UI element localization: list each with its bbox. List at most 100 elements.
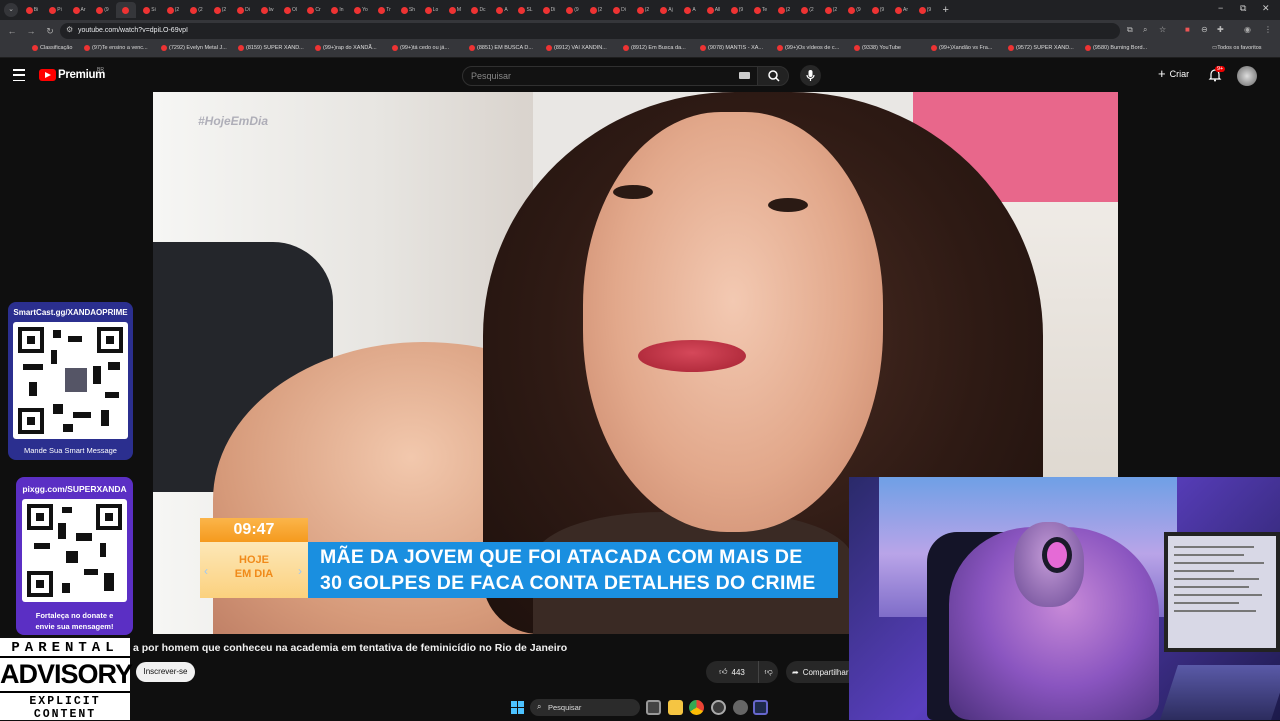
- browser-tab[interactable]: (2: [187, 2, 207, 18]
- bookmark-item[interactable]: (9572) SUPER XAND...: [1008, 45, 1074, 51]
- bookmark-item[interactable]: (97)Te ensino a venc...: [84, 45, 148, 51]
- file-explorer-icon[interactable]: [668, 700, 683, 715]
- subscribe-button[interactable]: Inscrever-se: [136, 662, 195, 682]
- browser-tab[interactable]: [116, 2, 136, 18]
- browser-tab[interactable]: (2: [210, 2, 230, 18]
- browser-tab[interactable]: Di: [234, 2, 254, 18]
- browser-tab[interactable]: Tr: [375, 2, 395, 18]
- restore-button[interactable]: ⧉: [1240, 3, 1246, 14]
- bookmark-favicon-icon: [32, 45, 38, 51]
- taskbar-search-input[interactable]: Pesquisar: [530, 699, 640, 716]
- browser-tab[interactable]: Di: [610, 2, 630, 18]
- browser-tab[interactable]: Te: [751, 2, 771, 18]
- browser-tab[interactable]: (2: [163, 2, 183, 18]
- minimize-button[interactable]: −: [1218, 3, 1223, 13]
- bookmark-item[interactable]: (99+)Os vídeos de c...: [777, 45, 839, 51]
- app-taskbar-icon[interactable]: [711, 700, 726, 715]
- bookmark-item[interactable]: (99+)Xandão vs Fra...: [931, 45, 992, 51]
- like-button[interactable]: 👍︎ 443: [706, 661, 758, 683]
- bookmark-item[interactable]: (8159) SUPER XAND...: [238, 45, 304, 51]
- bookmark-item[interactable]: (99+)rap do XANDÃ...: [315, 45, 377, 51]
- browser-tab[interactable]: Ol: [281, 2, 301, 18]
- browser-tab[interactable]: Di: [539, 2, 559, 18]
- tab-title: Tr: [386, 7, 391, 13]
- bookmark-item[interactable]: (9580) Burning Bord...: [1085, 45, 1147, 51]
- bookmark-label: (99+)rap do XANDÃ...: [323, 45, 377, 51]
- tab-title: Aj: [668, 7, 673, 13]
- all-bookmarks-button[interactable]: ▭ Todos os favoritos: [1212, 45, 1262, 51]
- browser-tab[interactable]: Si: [140, 2, 160, 18]
- task-view-icon[interactable]: [646, 700, 661, 715]
- browser-tab[interactable]: (9: [563, 2, 583, 18]
- reload-icon[interactable]: ↻: [43, 26, 57, 37]
- extensions-puzzle-icon[interactable]: ✚: [1217, 25, 1224, 34]
- browser-tab[interactable]: (2: [774, 2, 794, 18]
- browser-tab[interactable]: (2: [798, 2, 818, 18]
- bookmark-item[interactable]: (8851) EM BUSCA D...: [469, 45, 533, 51]
- bookmark-star-icon[interactable]: ☆: [1159, 25, 1166, 34]
- browser-tab[interactable]: Lo: [422, 2, 442, 18]
- browser-tab[interactable]: Aj: [657, 2, 677, 18]
- all-bookmarks-label: Todos os favoritos: [1217, 45, 1262, 51]
- tab-search-button[interactable]: ⌄: [4, 3, 18, 17]
- forward-icon[interactable]: →: [24, 26, 38, 36]
- browser-tab[interactable]: SL: [516, 2, 536, 18]
- share-button[interactable]: ➦ Compartilhar: [786, 661, 850, 683]
- settings-taskbar-icon[interactable]: [733, 700, 748, 715]
- browser-tab[interactable]: A: [492, 2, 512, 18]
- chrome-taskbar-icon[interactable]: [689, 700, 704, 715]
- browser-tab[interactable]: Sh: [398, 2, 418, 18]
- bookmark-item[interactable]: (8912) Em Busca da...: [623, 45, 686, 51]
- search-input[interactable]: Pesquisar: [462, 66, 758, 86]
- bookmark-item[interactable]: (9078) MANTIS - XA...: [700, 45, 763, 51]
- new-tab-button[interactable]: +: [943, 4, 949, 16]
- chrome-menu-icon[interactable]: ⋮: [1264, 25, 1272, 34]
- voice-search-button[interactable]: [800, 65, 821, 86]
- browser-tab[interactable]: All: [704, 2, 724, 18]
- browser-tab[interactable]: (2: [821, 2, 841, 18]
- tab-favicon-icon: [871, 6, 879, 14]
- browser-tab[interactable]: A: [680, 2, 700, 18]
- bookmark-item[interactable]: (99+)tá cedo ou já...: [392, 45, 449, 51]
- profile-avatar-icon[interactable]: ◉: [1244, 25, 1251, 34]
- bookmark-item[interactable]: Classificação: [32, 45, 72, 51]
- browser-tab[interactable]: (9: [868, 2, 888, 18]
- browser-tab[interactable]: (2: [586, 2, 606, 18]
- search-button[interactable]: [757, 66, 789, 86]
- bookmark-item[interactable]: (7292) Evelyn Metal J...: [161, 45, 227, 51]
- browser-tab[interactable]: Ar: [892, 2, 912, 18]
- browser-tab[interactable]: In: [328, 2, 348, 18]
- browser-tab[interactable]: (2: [633, 2, 653, 18]
- address-bar[interactable]: youtube.com/watch?v=dpiLO-69vpI: [60, 23, 1120, 39]
- browser-tab[interactable]: Dc: [469, 2, 489, 18]
- zoom-out-icon[interactable]: ⊖: [1201, 25, 1208, 34]
- site-info-icon[interactable]: ⚙: [66, 25, 73, 34]
- bookmark-item[interactable]: (9338) YouTube: [854, 45, 901, 51]
- browser-tab[interactable]: Iw: [257, 2, 277, 18]
- browser-tab[interactable]: Yo: [351, 2, 371, 18]
- browser-tab[interactable]: (9: [915, 2, 935, 18]
- create-label: Criar: [1169, 69, 1190, 79]
- create-button[interactable]: + Criar: [1158, 67, 1190, 80]
- browser-tab[interactable]: Bi: [22, 2, 42, 18]
- browser-tab[interactable]: (9: [845, 2, 865, 18]
- steam-taskbar-icon[interactable]: [753, 700, 768, 715]
- keyboard-icon[interactable]: [739, 72, 750, 79]
- notifications-button[interactable]: 9+: [1208, 66, 1226, 82]
- close-window-button[interactable]: ✕: [1262, 3, 1270, 14]
- zoom-icon[interactable]: ⌕: [1143, 25, 1147, 35]
- install-icon[interactable]: ⧉: [1127, 25, 1133, 35]
- back-icon[interactable]: ←: [5, 26, 19, 36]
- youtube-logo-icon[interactable]: [39, 69, 56, 81]
- browser-tab[interactable]: Pi: [46, 2, 66, 18]
- browser-tab[interactable]: Ar: [69, 2, 89, 18]
- menu-icon[interactable]: [13, 69, 25, 81]
- browser-tab[interactable]: (9: [93, 2, 113, 18]
- extension-icon[interactable]: ■: [1185, 25, 1190, 34]
- browser-tab[interactable]: (9: [727, 2, 747, 18]
- windows-start-icon[interactable]: [511, 701, 524, 714]
- browser-tab[interactable]: M: [445, 2, 465, 18]
- browser-tab[interactable]: Cr: [304, 2, 324, 18]
- bookmark-item[interactable]: (8912) VAI XANDIN...: [546, 45, 607, 51]
- account-avatar[interactable]: [1237, 66, 1257, 86]
